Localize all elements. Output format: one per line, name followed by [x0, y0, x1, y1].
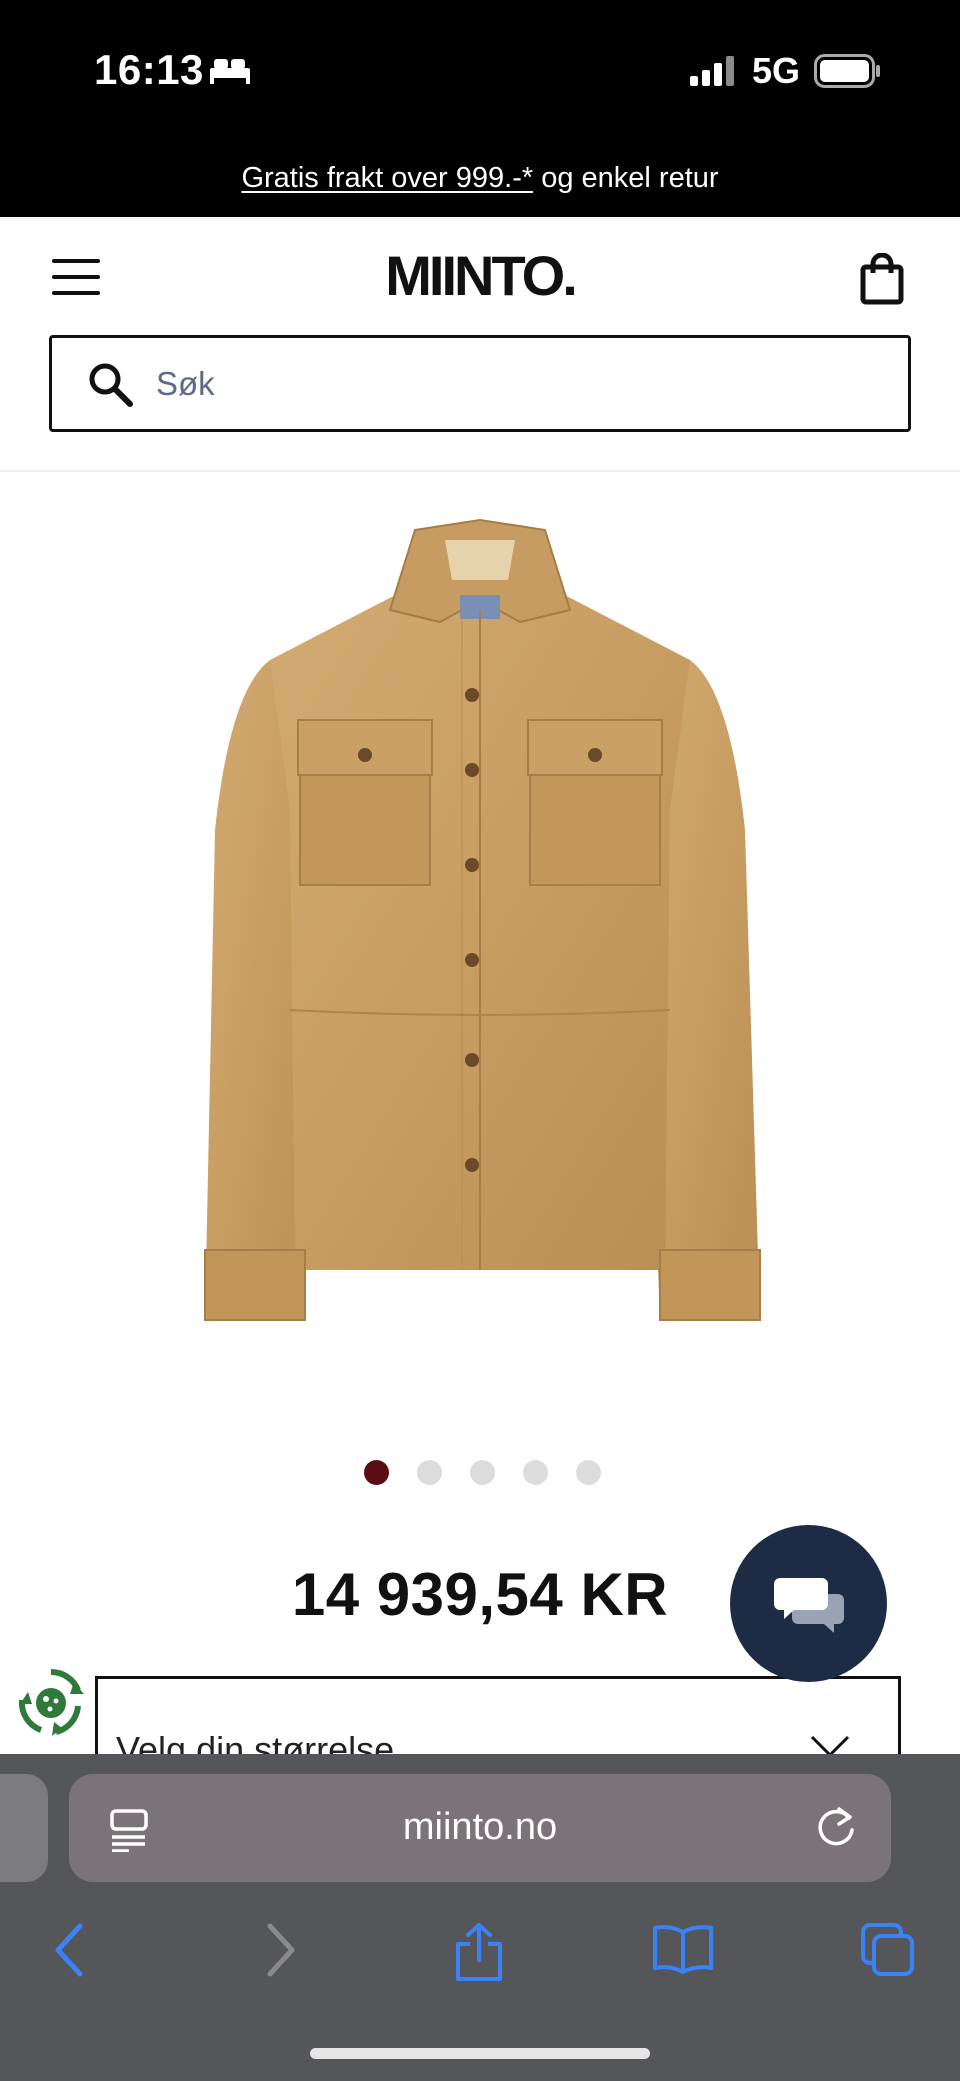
- site-header: MIINTO.: [0, 217, 960, 335]
- carousel-dot[interactable]: [363, 1460, 389, 1485]
- bed-icon: [210, 59, 250, 84]
- product-image[interactable]: [190, 510, 770, 1340]
- miinto-logo[interactable]: MIINTO.: [0, 243, 960, 308]
- back-icon[interactable]: [52, 1922, 88, 1978]
- browser-nav-row: [0, 1912, 960, 1992]
- free-shipping-link[interactable]: Gratis frakt over 999.-*: [241, 162, 533, 194]
- shopping-bag-icon[interactable]: [858, 253, 906, 305]
- previous-tab-preview[interactable]: [0, 1774, 48, 1882]
- reload-icon[interactable]: [813, 1804, 859, 1850]
- carousel-dot[interactable]: [416, 1460, 442, 1485]
- chat-bubbles-icon: [773, 1577, 844, 1633]
- sustainability-badge-icon[interactable]: [16, 1666, 86, 1738]
- search-icon: [89, 363, 133, 407]
- promo-banner: Gratis frakt over 999.-* og enkel retur: [0, 140, 960, 217]
- status-time: 16:13: [94, 46, 204, 93]
- home-indicator[interactable]: [310, 2048, 650, 2059]
- promo-text: og enkel retur: [533, 162, 719, 194]
- status-bar: 16:13 5G: [0, 0, 960, 140]
- forward-icon[interactable]: [262, 1922, 298, 1978]
- image-carousel-dots: [0, 1460, 960, 1486]
- header-divider: [0, 470, 960, 472]
- bookmarks-icon[interactable]: [652, 1922, 714, 1974]
- signal-icon: [690, 56, 734, 86]
- tabs-icon[interactable]: [860, 1922, 916, 1978]
- carousel-dot[interactable]: [575, 1460, 601, 1485]
- carousel-dot[interactable]: [522, 1460, 548, 1485]
- share-icon[interactable]: [454, 1922, 504, 1982]
- url-text[interactable]: miinto.no: [69, 1806, 891, 1849]
- search-input[interactable]: [156, 356, 876, 412]
- carousel-dot[interactable]: [469, 1460, 495, 1485]
- address-bar[interactable]: miinto.no: [69, 1774, 891, 1882]
- battery-icon: [814, 54, 880, 88]
- browser-toolbar: miinto.no: [0, 1754, 960, 2081]
- chat-button[interactable]: [730, 1525, 887, 1682]
- network-type: 5G: [752, 50, 801, 91]
- search-bar[interactable]: [49, 335, 911, 432]
